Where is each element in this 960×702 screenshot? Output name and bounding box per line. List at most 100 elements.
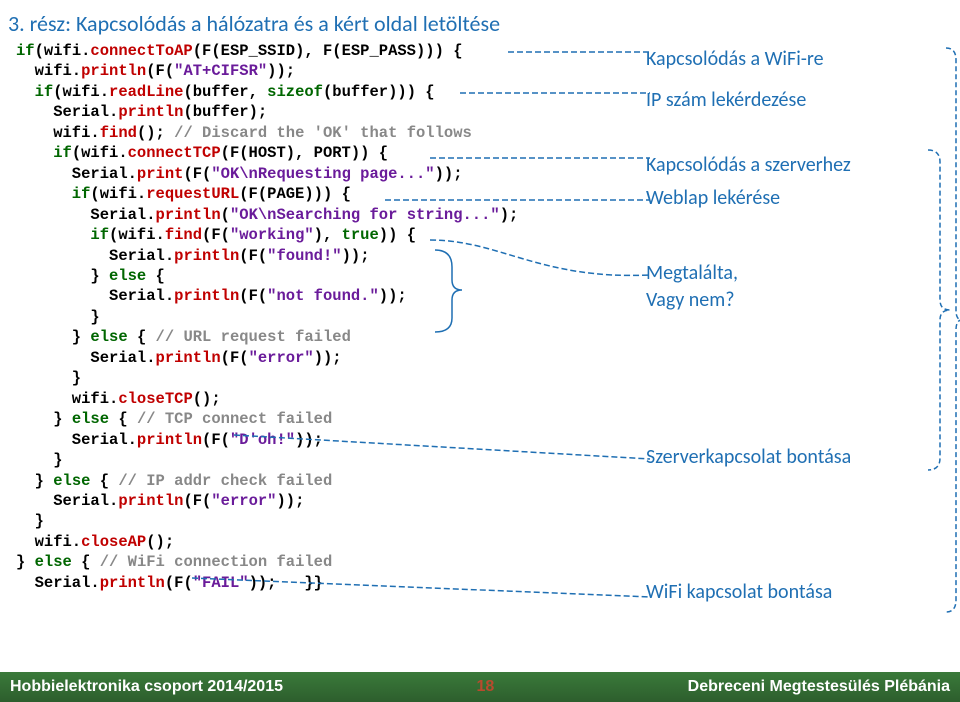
kw: if bbox=[16, 226, 109, 244]
t: (wifi. bbox=[90, 185, 146, 203]
kw: else bbox=[35, 553, 72, 571]
str: "not found." bbox=[267, 287, 379, 305]
t: } bbox=[16, 472, 53, 490]
fn: closeAP bbox=[81, 533, 146, 551]
code-column: if(wifi.connectToAP(F(ESP_SSID), F(ESP_P… bbox=[16, 41, 626, 612]
slide-title: 3. rész: Kapcsolódás a hálózatra és a ké… bbox=[0, 0, 960, 41]
kw: true bbox=[342, 226, 379, 244]
t: Serial. bbox=[16, 287, 174, 305]
t: { bbox=[146, 267, 165, 285]
t: Serial. bbox=[16, 574, 100, 592]
t: } bbox=[16, 369, 81, 387]
fn: find bbox=[100, 124, 137, 142]
t: (wifi. bbox=[109, 226, 165, 244]
t: Serial. bbox=[16, 349, 156, 367]
anno-found-2: Vagy nem? bbox=[646, 287, 952, 314]
str: "error" bbox=[249, 349, 314, 367]
fn: println bbox=[156, 206, 221, 224]
cmt: // Discard the 'OK' that follows bbox=[174, 124, 472, 142]
fn: println bbox=[81, 62, 146, 80]
t: )); bbox=[295, 431, 323, 449]
anno-found-1: Megtalálta, bbox=[646, 260, 952, 287]
str: "OK\nSearching for string..." bbox=[230, 206, 500, 224]
t: Serial. bbox=[16, 492, 118, 510]
t: )); bbox=[314, 349, 342, 367]
t: } bbox=[16, 553, 35, 571]
t: } bbox=[16, 410, 72, 428]
t: wifi. bbox=[16, 62, 81, 80]
t: (F( bbox=[165, 574, 193, 592]
footer-left: Hobbielektronika csoport 2014/2015 bbox=[10, 678, 283, 696]
t: (F( bbox=[183, 492, 211, 510]
cmt: // WiFi connection failed bbox=[100, 553, 333, 571]
cmt: // TCP connect failed bbox=[137, 410, 332, 428]
t: (F( bbox=[202, 226, 230, 244]
t: ), bbox=[314, 226, 342, 244]
t: ( bbox=[221, 206, 230, 224]
fn: connectTCP bbox=[128, 144, 221, 162]
fn: println bbox=[174, 287, 239, 305]
t: (F( bbox=[202, 431, 230, 449]
t: )) { bbox=[379, 226, 416, 244]
t: { bbox=[128, 328, 156, 346]
fn: println bbox=[156, 349, 221, 367]
t: wifi. bbox=[16, 124, 100, 142]
t: wifi. bbox=[16, 390, 118, 408]
t: { bbox=[109, 410, 137, 428]
fn: print bbox=[137, 165, 184, 183]
anno-server-connect: Kapcsolódás a szerverhez bbox=[646, 152, 952, 179]
str: "OK\nRequesting page..." bbox=[211, 165, 434, 183]
kw: if bbox=[16, 185, 90, 203]
kw: else bbox=[109, 267, 146, 285]
fn: readLine bbox=[109, 83, 183, 101]
anno-found: Megtalálta, Vagy nem? bbox=[646, 260, 952, 314]
t: (wifi. bbox=[35, 42, 91, 60]
footer-page-number: 18 bbox=[476, 678, 494, 696]
kw: else bbox=[72, 410, 109, 428]
str: "FAIL" bbox=[193, 574, 249, 592]
fn: println bbox=[174, 247, 239, 265]
cmt: // URL request failed bbox=[156, 328, 351, 346]
t: (wifi. bbox=[72, 144, 128, 162]
code-block: if(wifi.connectToAP(F(ESP_SSID), F(ESP_P… bbox=[16, 41, 626, 593]
annotation-column: Kapcsolódás a WiFi-re IP szám lekérdezés… bbox=[646, 41, 952, 612]
t: (F(HOST), PORT)) { bbox=[221, 144, 388, 162]
kw: if bbox=[16, 42, 35, 60]
t: } bbox=[16, 512, 44, 530]
anno-server-close: Szerverkapcsolat bontása bbox=[646, 444, 952, 471]
page-footer: Hobbielektronika csoport 2014/2015 18 De… bbox=[0, 672, 960, 702]
t: )); }} bbox=[249, 574, 323, 592]
t: } bbox=[16, 308, 100, 326]
anno-ip-query: IP szám lekérdezése bbox=[646, 87, 952, 114]
t: (); bbox=[146, 533, 174, 551]
fn: println bbox=[100, 574, 165, 592]
kw: else bbox=[53, 472, 90, 490]
str: "working" bbox=[230, 226, 314, 244]
t: (F( bbox=[239, 287, 267, 305]
t: (); bbox=[137, 124, 174, 142]
t: } bbox=[16, 451, 63, 469]
t: (buffer); bbox=[183, 103, 267, 121]
kw: if bbox=[16, 144, 72, 162]
kw: if bbox=[16, 83, 53, 101]
t: Serial. bbox=[16, 103, 118, 121]
anno-wifi-close: WiFi kapcsolat bontása bbox=[646, 579, 952, 606]
t: )); bbox=[342, 247, 370, 265]
t: (F( bbox=[146, 62, 174, 80]
t: } bbox=[16, 267, 109, 285]
t: (F(PAGE))) { bbox=[239, 185, 351, 203]
t: )); bbox=[379, 287, 407, 305]
fn: requestURL bbox=[146, 185, 239, 203]
kw: sizeof bbox=[267, 83, 323, 101]
anno-wifi-connect: Kapcsolódás a WiFi-re bbox=[646, 46, 952, 73]
t: (); bbox=[193, 390, 221, 408]
t: Serial. bbox=[16, 206, 156, 224]
t: )); bbox=[267, 62, 295, 80]
fn: closeTCP bbox=[118, 390, 192, 408]
t: )); bbox=[435, 165, 463, 183]
cmt: // IP addr check failed bbox=[118, 472, 332, 490]
anno-webpage-fetch: Weblap lekérése bbox=[646, 185, 952, 212]
kw: else bbox=[90, 328, 127, 346]
t: { bbox=[90, 472, 118, 490]
t: (wifi. bbox=[53, 83, 109, 101]
